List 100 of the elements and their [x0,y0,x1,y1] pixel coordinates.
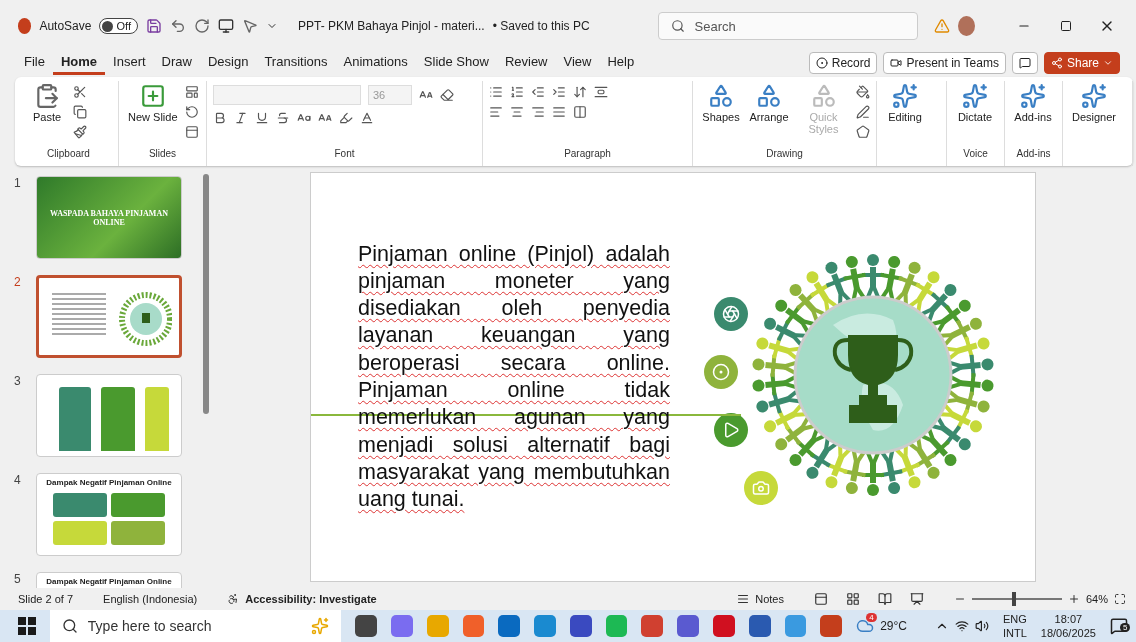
indent-icon[interactable] [552,85,566,99]
notes-icon[interactable] [737,593,750,605]
ribbon-button[interactable]: Dictate [953,81,997,148]
taskbar-search-field[interactable]: Type here to search [49,610,342,642]
underline-icon[interactable] [255,111,269,125]
align-right-icon[interactable] [531,105,545,119]
menu-tab[interactable]: Home [52,51,106,75]
format-painter-icon[interactable] [73,125,87,139]
weather-icon[interactable] [856,617,875,635]
ribbon-button[interactable]: Arrange [747,81,791,148]
zoom-level[interactable]: 64% [1085,593,1108,605]
justify-icon[interactable] [552,105,566,119]
menu-tab[interactable]: Draw [153,51,200,75]
paste-button[interactable]: Paste [25,81,69,148]
app-icon[interactable] [748,615,771,637]
italic-icon[interactable] [234,111,248,125]
normal-view-icon[interactable] [813,592,828,606]
undo-icon[interactable] [169,18,186,34]
copy-icon[interactable] [73,105,87,119]
redo-icon[interactable] [193,18,210,34]
clear-format-icon[interactable] [440,88,454,102]
app-icon[interactable] [713,615,735,637]
clock-time[interactable]: 18:07 [1054,612,1083,626]
present-in-teams-button[interactable]: Present in Teams [883,52,1006,74]
layout-icon[interactable] [184,85,199,99]
section-icon[interactable] [184,125,199,139]
text-direction-icon[interactable] [594,85,608,99]
bold-icon[interactable] [213,111,227,125]
language-indicator[interactable]: ENG [1003,612,1027,626]
language-indicator[interactable]: INTL [1003,626,1027,640]
shapes-icon [810,83,837,109]
share-button[interactable]: Share [1043,52,1120,74]
touch-mode-icon[interactable] [241,18,258,34]
comments-button[interactable] [1011,52,1038,74]
avatar[interactable] [957,16,975,36]
menu-tab[interactable]: Help [599,51,643,75]
autosave-toggle[interactable]: Off [99,18,138,34]
network-icon[interactable] [955,619,969,633]
font-color-icon[interactable] [360,111,374,125]
bullets-icon[interactable] [489,85,503,99]
highlighter-icon[interactable] [339,111,353,125]
clock-date[interactable]: 18/06/2025 [1040,626,1096,640]
font-name-field[interactable] [213,85,361,105]
record-button[interactable]: Record [808,52,878,74]
app-icon[interactable] [641,615,664,637]
windows-logo-icon[interactable] [18,617,36,635]
menu-tab[interactable]: Slide Show [415,51,497,75]
new-slide-button[interactable]: New Slide [125,81,181,148]
menu-tab[interactable]: Transitions [256,51,336,75]
numbering-icon[interactable] [510,85,524,99]
app-icon[interactable] [820,615,843,637]
present-icon[interactable] [217,18,234,34]
slide-number: 2 [14,275,22,291]
scrollbar-thumb[interactable] [203,174,209,414]
temperature[interactable]: 29°C [880,619,907,633]
save-icon[interactable] [145,18,162,34]
volume-icon[interactable] [975,619,989,633]
zoom-thumb[interactable] [1012,592,1017,606]
strikethrough-icon[interactable] [276,111,290,125]
search-icon [670,19,685,33]
fit-slide-icon[interactable] [1114,593,1126,605]
slide-thumbnail[interactable]: Dampak Negatif Pinjaman Online [36,473,182,556]
sorter-view-icon[interactable] [845,592,860,606]
ribbon-button[interactable]: Add-ins [1011,81,1055,148]
slide-number: 3 [14,374,22,390]
notes-button[interactable]: Notes [755,593,784,605]
slide-thumbnail[interactable]: Dampak Negatif Pinjaman Online [36,572,182,588]
menu-tab[interactable]: View [555,51,600,75]
camera-icon [890,57,903,69]
menu-tab[interactable]: Review [496,51,556,75]
ribbon-button[interactable]: Shapes [699,81,743,148]
reset-icon[interactable] [184,105,199,119]
menu-tab[interactable]: Design [199,51,257,75]
ribbon-button[interactable]: Designer [1069,81,1120,148]
ribbon-button[interactable]: Editing [883,81,927,148]
menu-tab[interactable]: Insert [105,51,154,75]
indent-icon[interactable] [531,85,545,99]
accessibility-status[interactable]: Accessibility: Investigate [245,593,377,605]
reading-view-icon[interactable] [877,592,892,606]
app-icon[interactable] [677,615,700,637]
slideshow-icon[interactable] [909,592,924,606]
outline-icon[interactable] [856,105,870,119]
cut-icon[interactable] [73,85,87,99]
menu-tab[interactable]: File [16,51,53,75]
app-icon[interactable] [569,615,592,637]
align-left-icon[interactable] [489,105,503,119]
app-icon[interactable] [355,615,377,637]
slide-thumbnail[interactable] [36,275,182,358]
align-center-icon[interactable] [510,105,524,119]
app-icon[interactable] [498,615,521,637]
menu-tab[interactable]: Animations [335,51,416,75]
search-field[interactable]: Search [657,12,918,40]
columns-icon[interactable] [573,105,587,119]
zoom-in-icon[interactable] [1067,593,1080,605]
autosave-label: AutoSave [39,19,92,33]
effects-icon[interactable] [856,125,870,139]
line-spacing-icon[interactable] [573,85,587,99]
language-status[interactable]: English (Indonesia) [103,593,198,605]
fill-icon[interactable] [856,85,870,99]
accessibility-icon[interactable] [227,593,240,605]
